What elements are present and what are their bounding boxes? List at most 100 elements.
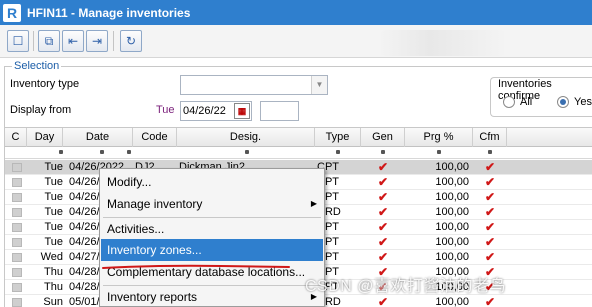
filter-indicator-icon[interactable] [336,150,340,154]
watermark-text: CSDN @喜欢打酱油的老鸟 [305,278,507,295]
display-from-label: Display from [10,104,72,116]
cell-day: Thu [44,281,63,293]
filter-indicator-icon[interactable] [245,150,249,154]
cell-prg: 100,00 [435,221,469,233]
row-checkbox[interactable] [12,163,22,172]
row-checkbox[interactable] [12,193,22,202]
transfer-left-button[interactable]: ⇤ [62,30,84,52]
app-logo-icon: R [3,3,21,22]
selection-legend: Selection [12,60,62,72]
cfm-check-icon: ✔ [484,175,496,189]
menu-item-label: Activities... [107,222,165,236]
context-menu: Modify... Manage inventory ▶ Activities.… [99,168,325,307]
cell-prg: 100,00 [435,236,469,248]
transfer-right-icon: ⇥ [91,34,103,48]
filter-indicator-icon[interactable] [381,150,385,154]
menu-item-label: Modify... [107,175,152,189]
confirmed-all-label: All [520,96,533,108]
filter-indicator-icon[interactable] [488,150,492,154]
cell-day: Wed [40,251,63,263]
inventory-type-label: Inventory type [10,78,80,90]
window-title: HFIN11 - Manage inventories [27,5,191,20]
toolbar-separator [33,31,34,51]
menu-item-inventory-zones[interactable]: Inventory zones... [101,239,323,261]
col-header-desig[interactable]: Desig. [177,128,315,147]
refresh-icon: ↻ [125,34,137,48]
row-checkbox[interactable] [12,268,22,277]
confirmed-all-radio[interactable] [503,96,515,108]
inventory-type-value [181,79,184,91]
new-document-button[interactable]: ☐ [7,30,29,52]
confirmed-yes-label: Yes [574,96,592,108]
menu-item-label: Inventory zones... [107,243,202,257]
chevron-down-icon[interactable]: ▼ [311,76,327,94]
inventory-type-select[interactable]: ▼ [180,75,328,95]
cell-day: Tue [44,206,63,218]
confirmed-yes-radio[interactable] [557,96,569,108]
grid-filter-row [5,147,592,159]
transfer-left-icon: ⇤ [67,34,79,48]
col-header-prg[interactable]: Prg % [405,128,473,147]
new-document-icon: ☐ [12,34,24,48]
display-from-day: Tue [156,104,175,116]
cell-day: Tue [44,176,63,188]
annotation-underline [102,264,290,269]
cell-prg: 100,00 [435,251,469,263]
col-header-cfm[interactable]: Cfm [473,128,507,147]
submenu-arrow-icon: ▶ [310,199,317,208]
col-header-type[interactable]: Type [315,128,361,147]
display-from-date-value: 04/26/22 [183,105,226,117]
cfm-check-icon: ✔ [484,190,496,204]
col-header-day[interactable]: Day [27,128,63,147]
row-checkbox[interactable] [12,223,22,232]
refresh-button[interactable]: ↻ [120,30,142,52]
row-checkbox[interactable] [12,238,22,247]
cell-day: Tue [44,191,63,203]
cell-prg: 100,00 [435,176,469,188]
cfm-check-icon: ✔ [484,220,496,234]
calendar-icon[interactable]: ▦ [234,103,250,119]
filter-indicator-icon[interactable] [100,150,104,154]
gen-check-icon: ✔ [377,175,389,189]
gen-check-icon: ✔ [377,250,389,264]
cell-day: Tue [44,221,63,233]
col-header-gen[interactable]: Gen [361,128,405,147]
menu-item-label: Inventory reports [107,290,198,304]
filter-indicator-icon[interactable] [127,150,131,154]
row-checkbox[interactable] [12,208,22,217]
col-header-c[interactable]: C [5,128,27,147]
filter-indicator-icon[interactable] [437,150,441,154]
gen-check-icon: ✔ [377,190,389,204]
transfer-right-button[interactable]: ⇥ [86,30,108,52]
cfm-check-icon: ✔ [484,250,496,264]
cell-prg: 100,00 [435,191,469,203]
gen-check-icon: ✔ [377,220,389,234]
display-from-extra-input[interactable] [260,101,299,121]
selection-panel: Selection Inventory type ▼ Display from … [0,58,592,128]
cfm-check-icon: ✔ [484,160,496,174]
cfm-check-icon: ✔ [484,295,496,307]
menu-item-label: Manage inventory [107,197,203,211]
col-header-date[interactable]: Date [63,128,133,147]
menu-item-modify[interactable]: Modify... [101,171,323,193]
row-checkbox[interactable] [12,253,22,262]
copy-button[interactable]: ⧉ [38,30,60,52]
cfm-check-icon: ✔ [484,205,496,219]
gen-check-icon: ✔ [377,295,389,307]
cell-day: Thu [44,266,63,278]
menu-item-inventory-reports[interactable]: Inventory reports ▶ [101,286,323,307]
cell-prg: 100,00 [435,206,469,218]
row-checkbox[interactable] [12,178,22,187]
cfm-check-icon: ✔ [484,235,496,249]
col-header-code[interactable]: Code [133,128,177,147]
row-checkbox[interactable] [12,298,22,307]
cell-prg: 100,00 [435,161,469,173]
cell-prg: 100,00 [435,296,469,307]
gen-check-icon: ✔ [377,205,389,219]
title-bar: R HFIN11 - Manage inventories [0,0,592,25]
menu-item-activities[interactable]: Activities... [101,218,323,240]
row-checkbox[interactable] [12,283,22,292]
filter-indicator-icon[interactable] [59,150,63,154]
redacted-area [378,30,508,56]
menu-item-manage-inventory[interactable]: Manage inventory ▶ [101,193,323,215]
